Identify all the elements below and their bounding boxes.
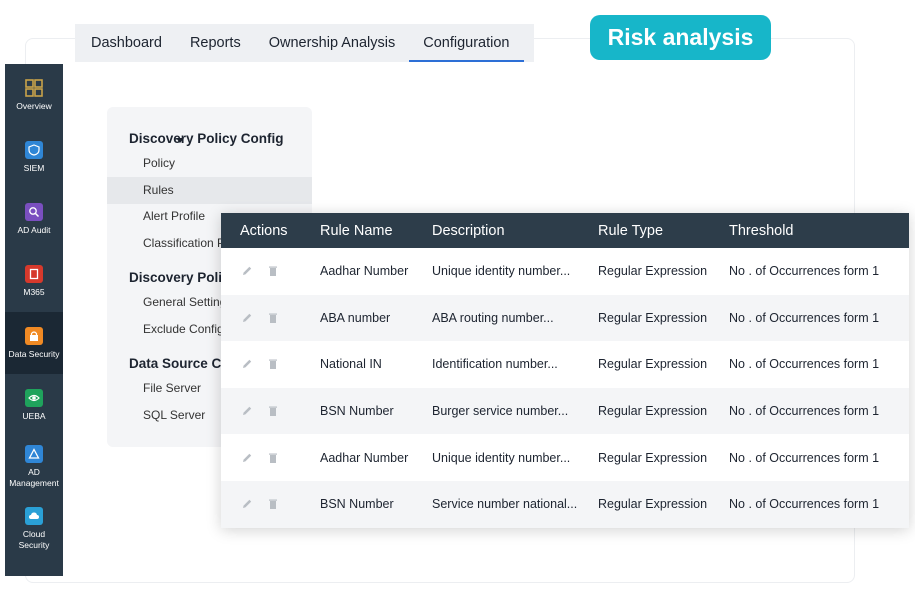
cell-rule-type: Regular Expression [598, 264, 708, 279]
cell-threshold: No . of Occurrences form 1 [729, 264, 880, 279]
tree-selection-highlight [107, 177, 312, 204]
tree-item-rules[interactable]: Rules [143, 183, 174, 197]
cell-threshold: No . of Occurrences form 1 [729, 357, 880, 372]
tree-item-general-settings[interactable]: General Setting [143, 295, 226, 309]
sidebar-item-ad-audit[interactable]: AD Audit [5, 188, 63, 250]
sidebar-item-label: SIEM [23, 162, 45, 173]
ad-management-icon [25, 445, 43, 463]
sidebar-item-ueba[interactable]: UEBA [5, 374, 63, 436]
row-actions [221, 405, 320, 417]
row-actions [221, 265, 320, 277]
cell-rule-name: National IN [320, 357, 382, 372]
sidebar-item-cloud-security[interactable]: Cloud Security [5, 498, 63, 560]
cell-rule-type: Regular Expression [598, 357, 708, 372]
cell-rule-name: Aadhar Number [320, 264, 409, 279]
cell-rule-name: BSN Number [320, 497, 394, 512]
header-rule-type[interactable]: Rule Type [598, 223, 729, 239]
m365-icon [25, 264, 43, 283]
delete-icon[interactable] [267, 358, 279, 370]
tree-item-classification[interactable]: Classification P [143, 236, 225, 250]
header-actions: Actions [240, 222, 288, 239]
data-security-icon [25, 326, 43, 345]
cell-rule-name: ABA number [320, 310, 391, 325]
cell-threshold: No . of Occurrences form 1 [729, 450, 880, 465]
sidebar-item-siem[interactable]: SIEM [5, 126, 63, 188]
sidebar-item-label: AD Management [9, 467, 59, 488]
tree-section-title[interactable]: Discovery Policy Config [129, 131, 284, 146]
cell-description: Service number national... [432, 497, 578, 512]
risk-analysis-badge: Risk analysis [590, 15, 771, 60]
overview-icon [25, 78, 43, 97]
sidebar-item-label: Data Security [8, 348, 60, 359]
row-actions [221, 358, 320, 370]
tree-section-title[interactable]: Data Source Co [129, 356, 230, 371]
tab-configuration[interactable]: Configuration [409, 24, 524, 62]
tree-item-policy[interactable]: Policy [143, 156, 175, 170]
cell-rule-type: Regular Expression [598, 404, 708, 419]
cloud-security-icon [25, 507, 43, 525]
table-row[interactable]: BSN Number Service number national... Re… [221, 480, 909, 528]
edit-icon[interactable] [241, 452, 253, 464]
header-threshold[interactable]: Threshold [729, 223, 909, 239]
cell-rule-name: Aadhar Number [320, 450, 409, 465]
edit-icon[interactable] [241, 265, 253, 277]
ad-audit-icon [25, 202, 43, 221]
delete-icon[interactable] [267, 312, 279, 324]
cell-rule-type: Regular Expression [598, 497, 708, 512]
sidebar-item-label: UEBA [22, 410, 46, 421]
delete-icon[interactable] [267, 405, 279, 417]
table-row[interactable]: ABA number ABA routing number... Regular… [221, 294, 909, 342]
tab-dashboard[interactable]: Dashboard [91, 24, 176, 62]
sidebar-item-label: AD Audit [17, 224, 51, 235]
table-header: Actions Rule Name Description Rule Type … [221, 213, 909, 248]
cell-threshold: No . of Occurrences form 1 [729, 497, 880, 512]
left-sidebar: Overview SIEM AD Audit M365 Data Securit… [5, 64, 63, 576]
sidebar-item-m365[interactable]: M365 [5, 250, 63, 312]
delete-icon[interactable] [267, 498, 279, 510]
sidebar-item-ad-management[interactable]: AD Management [5, 436, 63, 498]
edit-icon[interactable] [241, 405, 253, 417]
tab-reports[interactable]: Reports [176, 24, 255, 62]
cell-description: Unique identity number... [432, 264, 571, 279]
delete-icon[interactable] [267, 265, 279, 277]
sidebar-item-overview[interactable]: Overview [5, 64, 63, 126]
header-rule-name[interactable]: Rule Name [320, 223, 432, 239]
tree-item-sql-server[interactable]: SQL Server [143, 408, 205, 422]
cell-threshold: No . of Occurrences form 1 [729, 404, 880, 419]
sidebar-item-label: Cloud Security [18, 529, 50, 550]
delete-icon[interactable] [267, 452, 279, 464]
cell-threshold: No . of Occurrences form 1 [729, 310, 880, 325]
cell-rule-name: BSN Number [320, 404, 394, 419]
edit-icon[interactable] [241, 498, 253, 510]
cell-description: Unique identity number... [432, 450, 571, 465]
edit-icon[interactable] [241, 312, 253, 324]
table-row[interactable]: Aadhar Number Unique identity number... … [221, 434, 909, 481]
row-actions [221, 312, 320, 324]
cell-description: Burger service number... [432, 404, 569, 419]
ueba-icon [25, 388, 43, 407]
tree-section-title[interactable]: Discovery Polic [129, 270, 230, 285]
table-row[interactable]: National IN Identification number... Reg… [221, 341, 909, 388]
cell-description: Identification number... [432, 357, 558, 372]
cell-rule-type: Regular Expression [598, 310, 708, 325]
header-description[interactable]: Description [432, 223, 598, 239]
tree-item-file-server[interactable]: File Server [143, 381, 201, 395]
sidebar-item-label: Overview [16, 100, 52, 111]
tree-item-alert-profile[interactable]: Alert Profile [143, 209, 205, 223]
chevron-down-icon[interactable] [176, 138, 184, 143]
row-actions [221, 498, 320, 510]
top-tabs: Dashboard Reports Ownership Analysis Con… [75, 24, 534, 62]
cell-rule-type: Regular Expression [598, 450, 708, 465]
rules-table: Actions Rule Name Description Rule Type … [221, 213, 909, 528]
edit-icon[interactable] [241, 358, 253, 370]
sidebar-item-data-security[interactable]: Data Security [5, 312, 63, 374]
table-row[interactable]: BSN Number Burger service number... Regu… [221, 387, 909, 435]
tab-ownership-analysis[interactable]: Ownership Analysis [255, 24, 410, 62]
cell-description: ABA routing number... [432, 310, 554, 325]
row-actions [221, 452, 320, 464]
table-row[interactable]: Aadhar Number Unique identity number... … [221, 248, 909, 295]
sidebar-item-label: M365 [23, 286, 45, 297]
siem-icon [25, 140, 43, 159]
tree-item-exclude-config[interactable]: Exclude Configu [143, 322, 230, 336]
